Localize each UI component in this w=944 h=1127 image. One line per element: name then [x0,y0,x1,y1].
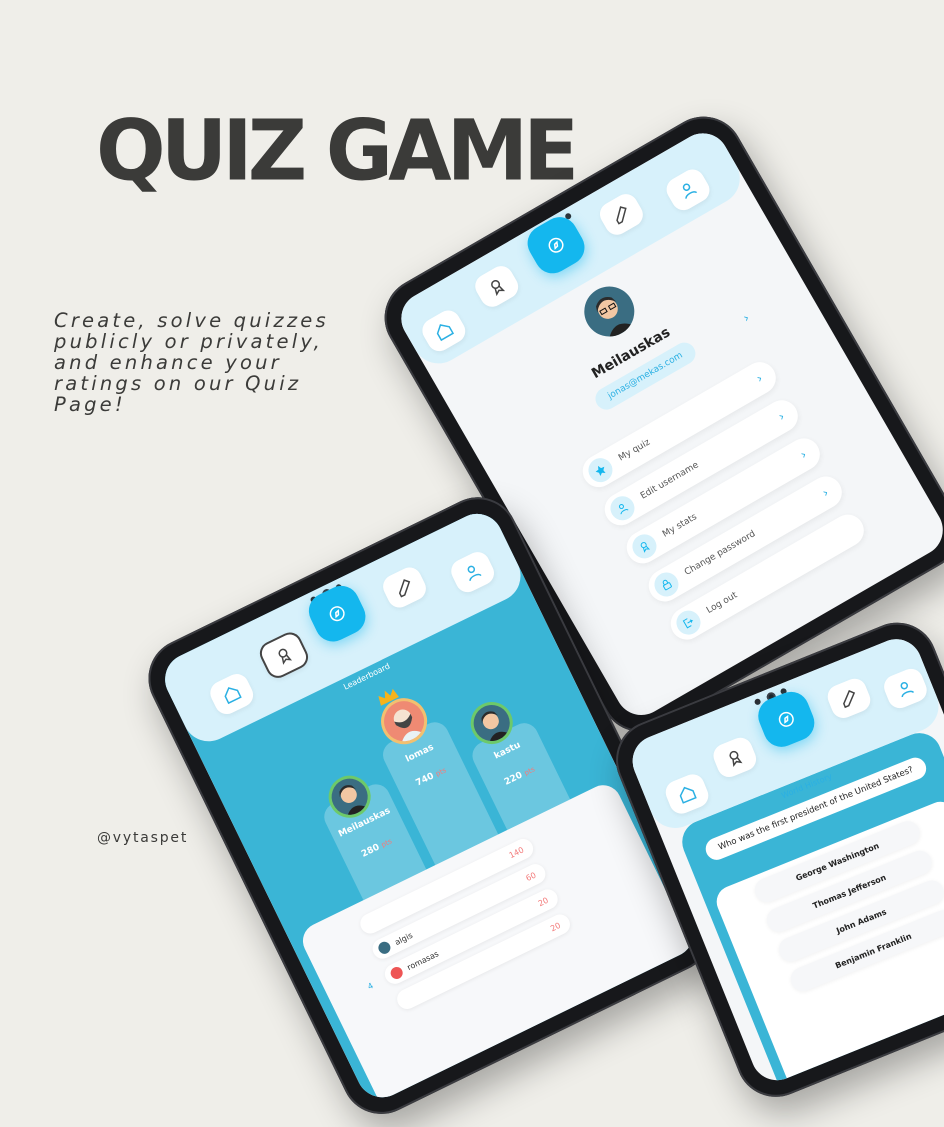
nav-profile-button[interactable] [880,665,931,712]
chevron-right-icon[interactable]: › [741,311,752,326]
profile-avatar [575,277,644,346]
award-icon [278,648,293,665]
nav-home-button[interactable] [662,770,712,818]
award-icon [729,750,743,767]
logout-icon [672,606,705,639]
award-icon [628,529,661,563]
nav-leaderboard-button[interactable] [709,734,760,781]
avatar [388,964,405,981]
pencil-icon [616,206,627,225]
lock-icon [650,568,683,601]
user-icon [900,681,915,698]
author-handle: @vytaspet [97,830,189,846]
home-icon [436,324,455,342]
list-item-score: 140 [507,844,526,860]
award-icon [491,279,506,297]
home-icon [679,786,697,804]
nav-home-button[interactable] [417,306,470,356]
star-icon [584,453,617,487]
nav-leaderboard-button[interactable] [255,628,313,682]
promo-tagline: Create, solve quizzes publicly or privat… [54,309,329,416]
nav-leaderboard-button[interactable] [470,261,523,312]
user-icon [467,565,482,581]
pencil-icon [398,579,411,598]
nav-explore-button[interactable] [302,579,372,648]
nav-create-button[interactable] [824,675,874,722]
nav-create-button[interactable] [379,563,430,612]
list-item-score: 20 [548,920,562,933]
compass-icon [548,237,564,253]
list-item-rank: 4 [366,981,375,992]
compass-icon [778,711,794,727]
avatar [376,939,393,956]
nav-profile-button[interactable] [662,165,714,215]
user-icon [606,491,639,525]
home-icon [224,687,242,705]
pencil-icon [843,689,856,709]
nav-home-button[interactable] [206,670,258,719]
user-icon [682,183,698,199]
nav-explore-button[interactable] [521,210,592,280]
nav-create-button[interactable] [595,189,648,240]
nav-profile-button[interactable] [447,548,499,597]
promo-title: QUIZ GAME [96,103,579,200]
compass-icon [329,606,345,622]
